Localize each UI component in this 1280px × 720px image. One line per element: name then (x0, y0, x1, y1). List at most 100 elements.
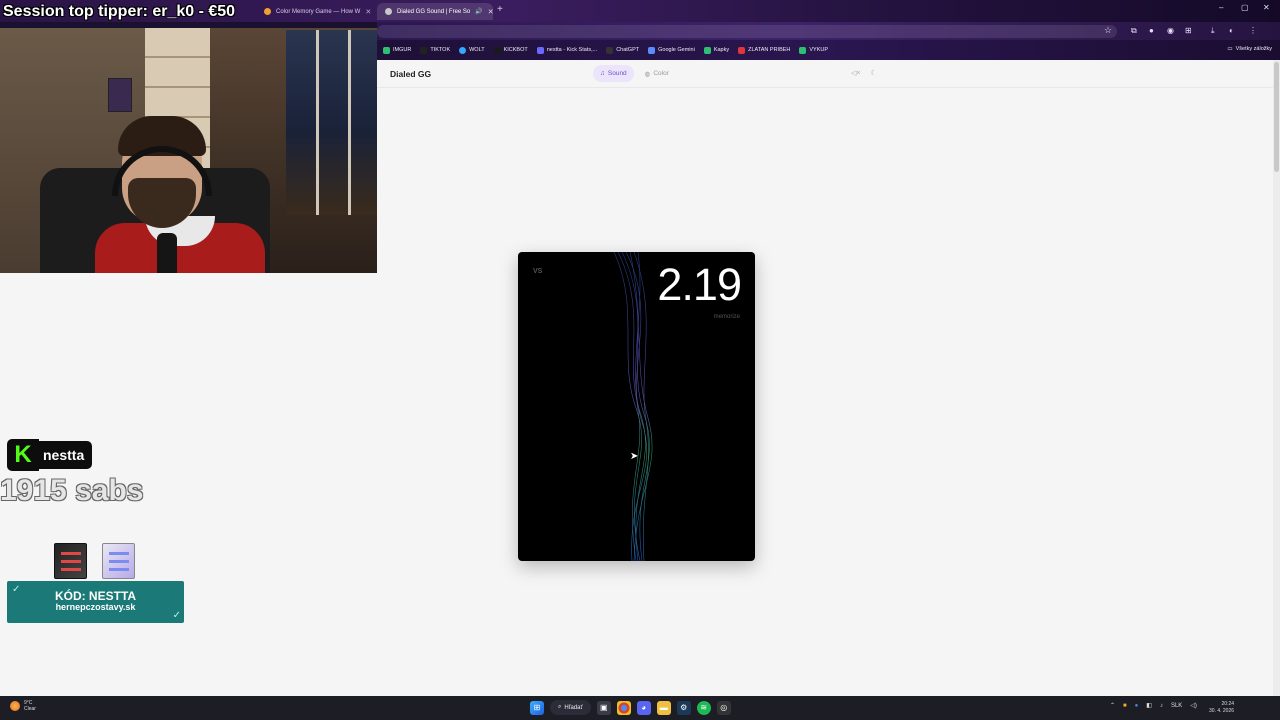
search-label: Hľadať (564, 704, 583, 711)
youtube-icon (738, 46, 746, 54)
promo-site: hernepczostavy.sk (55, 602, 136, 612)
music-note-icon: ♫ (600, 70, 605, 77)
bookmark-item[interactable]: Kapky (703, 46, 729, 54)
task-view-icon[interactable]: ▣ (596, 700, 611, 715)
new-tab-button[interactable]: + (497, 4, 503, 15)
app-icon[interactable]: ◎ (716, 700, 731, 715)
bookmark-item[interactable]: TIKTOK (420, 46, 450, 54)
tray-app-icon[interactable]: ● (1135, 703, 1139, 709)
mode-tabs: ♫ Sound ◍ Color (593, 65, 676, 82)
bookmark-label: WOLT (469, 47, 485, 53)
bookmark-label: Všetky záložky (1235, 46, 1272, 52)
top-tipper-banner: Session top tipper: er_k0 - €50 (3, 3, 236, 20)
volume-icon[interactable]: ◁) (1190, 702, 1197, 709)
language-indicator[interactable]: SLK (1171, 703, 1182, 709)
system-tray: ⌃ ■ ● ◧ ♪ SLK ◁) (1110, 702, 1197, 710)
extension-icon[interactable]: ⧉ (1131, 26, 1137, 36)
bookmark-label: VYKUP (809, 47, 829, 53)
windows-start-icon[interactable]: ⊞ (530, 700, 544, 715)
system-clock[interactable]: 20:24 30. 4. 2026 (1209, 701, 1234, 715)
tab-audio-icon[interactable]: 🔊 (475, 8, 482, 15)
header-icons: ◁× ☾ (851, 69, 877, 77)
search-icon: ⌕ (558, 704, 562, 710)
avatar[interactable]: ◐ (1229, 26, 1234, 35)
address-bar-row: ☆ ⧉ ● ◉ ⊞ ⤓ ◐ ⋮ (377, 22, 1280, 40)
bookmark-item[interactable]: Google Gemini (648, 46, 695, 54)
mute-icon[interactable]: ◁× (851, 69, 860, 77)
gaming-pc-white-icon (102, 543, 135, 579)
chrome-icon[interactable] (616, 700, 631, 715)
imgur-icon (383, 46, 390, 54)
tiktok-icon (420, 46, 428, 54)
discord-icon[interactable]: ◕ (636, 700, 651, 715)
bookmark-label: nestta - Kick Stats,... (546, 47, 598, 53)
tab-label: Sound (607, 70, 627, 77)
tab-sound[interactable]: ♫ Sound (593, 65, 634, 82)
tab-favicon-icon (385, 8, 392, 15)
taskbar-search[interactable]: ⌕ Hľadať (550, 700, 591, 715)
minimize-button[interactable]: – (1219, 3, 1223, 12)
bookmarks-bar: IMGUR TIKTOK WOLT KICKBOT nestta - Kick … (377, 40, 1280, 60)
mode-label: memorize (713, 314, 740, 320)
omnibox[interactable] (377, 25, 1117, 38)
all-bookmarks-folder[interactable]: ▭ Všetky záložky (1227, 46, 1272, 52)
browser-tab-active[interactable]: Dialed GG Sound | Free So 🔊 ✕ (377, 3, 493, 20)
site-header: Dialed GG ♫ Sound ◍ Color ◁× ☾ (377, 60, 1273, 88)
profile-badge-icon[interactable]: ● (1149, 26, 1154, 35)
bookmark-item[interactable]: KICKBOT (493, 46, 528, 54)
bookmark-star-icon[interactable]: ☆ (1104, 25, 1112, 36)
wall-poster (108, 78, 132, 112)
extension-icon[interactable]: ◉ (1167, 26, 1174, 35)
tray-app-icon[interactable]: ■ (1123, 703, 1127, 709)
tab-close-icon[interactable]: ✕ (365, 8, 371, 16)
steam-icon[interactable]: ⚙ (676, 700, 691, 715)
channel-name: nestta (39, 441, 93, 469)
microphone (157, 233, 177, 273)
browser-tab[interactable]: Color Memory Game — How W ✕ (256, 3, 374, 20)
weather-widget[interactable]: 9°C Clear (10, 700, 36, 712)
bookmark-label: ChatGPT (616, 47, 640, 53)
moon-icon[interactable]: ☾ (870, 69, 876, 77)
bookmark-item[interactable]: ZLATAN PRIBEH (738, 46, 791, 54)
kickbot-icon (493, 46, 501, 54)
site-logo[interactable]: Dialed GG (390, 69, 431, 79)
tab-color[interactable]: ◍ Color (638, 65, 676, 82)
bookmark-item[interactable]: WOLT (459, 46, 485, 54)
download-icon[interactable]: ⤓ (1211, 26, 1215, 36)
taskbar-apps: ⊞ ⌕ Hľadať ▣ ◕ ▬ ⚙ ≋ ◎ (530, 700, 731, 715)
bookmark-item[interactable]: VYKUP (799, 46, 829, 54)
gaming-pc-dark-icon (54, 543, 87, 579)
menu-kebab-icon[interactable]: ⋮ (1249, 26, 1257, 35)
promo-banner: ✓ KÓD: NESTTA hernepczostavy.sk ✓ (7, 581, 184, 623)
sub-count: 1915 sabs (0, 474, 144, 507)
tab-label: Color (653, 70, 669, 77)
web-page: Dialed GG ♫ Sound ◍ Color ◁× ☾ VS 2.19 m… (377, 60, 1273, 696)
maximize-button[interactable]: ▢ (1241, 3, 1249, 12)
bookmark-label: ZLATAN PRIBEH (748, 47, 791, 53)
bookmark-item[interactable]: nestta - Kick Stats,... (536, 46, 598, 54)
extensions-puzzle-icon[interactable]: ⊞ (1185, 26, 1192, 35)
folder-icon (703, 46, 711, 54)
tab-label: Color Memory Game — How W (276, 8, 361, 15)
bookmark-label: IMGUR (393, 47, 412, 53)
taskbar: 9°C Clear ⊞ ⌕ Hľadať ▣ ◕ ▬ ⚙ ≋ ◎ ⌃ ■ ● ◧ … (0, 696, 1280, 720)
chevron-up-icon[interactable]: ⌃ (1110, 702, 1115, 709)
file-explorer-icon[interactable]: ▬ (656, 700, 671, 715)
stats-icon (536, 46, 544, 54)
bookmark-item[interactable]: ChatGPT (606, 46, 640, 54)
microphone-icon[interactable]: ♪ (1160, 703, 1163, 709)
bookmark-item[interactable]: IMGUR (383, 46, 412, 54)
page-scrollbar[interactable] (1273, 60, 1280, 696)
spotify-icon[interactable]: ≋ (696, 700, 711, 715)
tray-app-icon[interactable]: ◧ (1146, 702, 1152, 709)
clock-time: 20:24 (1221, 701, 1235, 707)
close-window-button[interactable]: ✕ (1263, 3, 1270, 12)
palette-icon: ◍ (644, 70, 651, 78)
kick-logo-icon: K (7, 439, 39, 471)
card-logo: VS (533, 268, 543, 275)
game-card[interactable]: VS 2.19 memorize ➤ (518, 252, 755, 561)
window (286, 30, 377, 215)
wolt-icon (459, 46, 467, 54)
tab-close-icon[interactable]: ✕ (488, 8, 493, 16)
scrollbar-thumb[interactable] (1274, 62, 1279, 172)
